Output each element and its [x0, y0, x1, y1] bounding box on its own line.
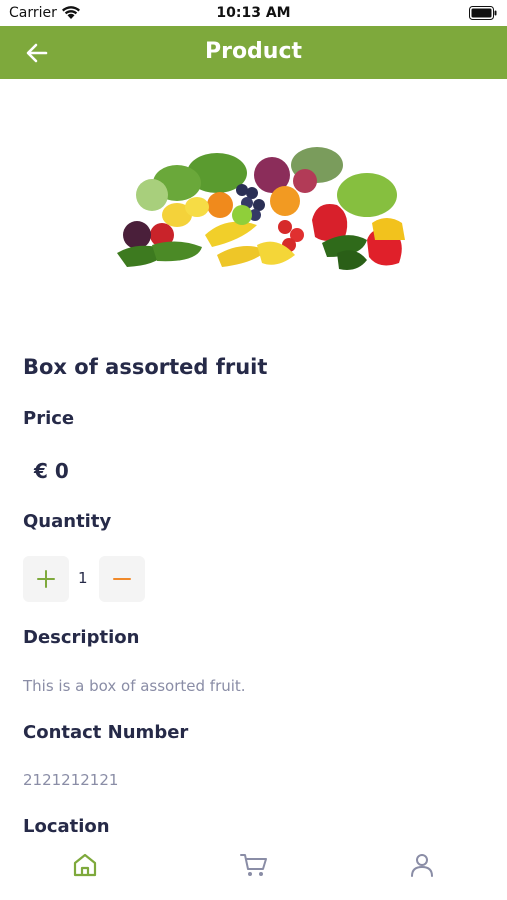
- product-name: Box of assorted fruit: [23, 355, 268, 379]
- contact-number: 2121212121: [23, 771, 119, 789]
- status-bar: Carrier 10:13 AM: [0, 0, 507, 27]
- contact-label: Contact Number: [23, 722, 189, 743]
- product-detail-scroll[interactable]: Box of assorted fruit Price € 0 Quantity…: [0, 79, 507, 834]
- quantity-value: 1: [78, 569, 88, 587]
- minus-icon: [113, 578, 131, 580]
- description-text: This is a box of assorted fruit.: [23, 677, 246, 695]
- tab-cart[interactable]: [237, 848, 271, 882]
- tab-home[interactable]: [68, 848, 102, 882]
- nav-bar: Product: [0, 26, 507, 79]
- plus-icon: [37, 570, 55, 588]
- increase-quantity-button[interactable]: [23, 556, 69, 602]
- tab-bar: [0, 834, 507, 900]
- status-time: 10:13 AM: [216, 5, 291, 21]
- description-label: Description: [23, 627, 140, 648]
- location-label: Location: [23, 816, 110, 834]
- battery-icon: [469, 6, 497, 20]
- page-title: Product: [204, 39, 303, 64]
- user-icon: [411, 854, 433, 877]
- tab-profile[interactable]: [405, 848, 439, 882]
- home-icon: [73, 853, 97, 877]
- decrease-quantity-button[interactable]: [99, 556, 145, 602]
- price-label: Price: [23, 408, 75, 429]
- cart-icon: [240, 854, 267, 876]
- assorted-fruit-vegetables-image: [117, 147, 405, 270]
- quantity-label: Quantity: [23, 511, 112, 532]
- price-value: € 0: [34, 459, 69, 483]
